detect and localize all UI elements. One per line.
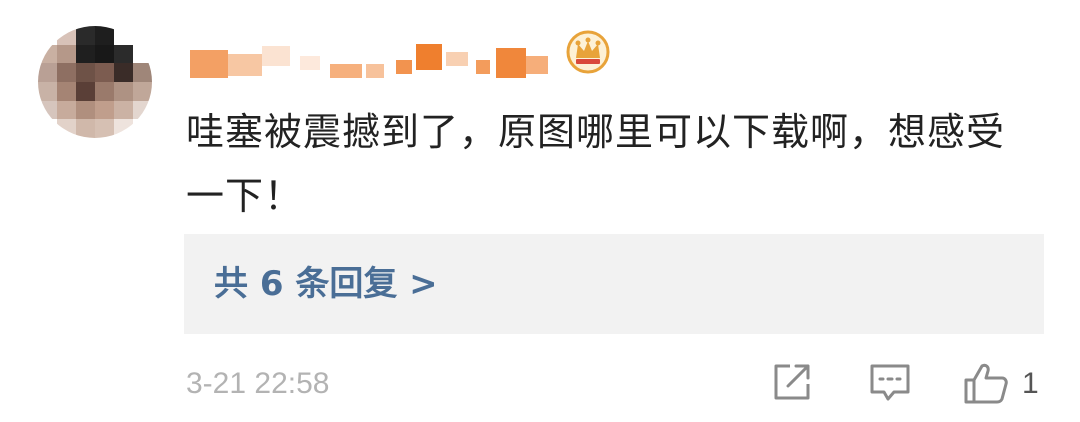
replies-box[interactable]: 共 6 条回复 >	[184, 234, 1044, 334]
avatar[interactable]	[38, 26, 152, 138]
crown-badge-icon	[566, 30, 610, 74]
like-count: 1	[1022, 367, 1039, 400]
comment-text: 哇塞被震撼到了，原图哪里可以下载啊，想感受一下！	[186, 110, 1006, 218]
comment-timestamp: 3-21 22:58	[186, 367, 330, 400]
share-button[interactable]	[770, 360, 814, 408]
comment-button[interactable]	[868, 360, 912, 408]
comment-icon	[868, 364, 912, 408]
like-button[interactable]	[962, 360, 1010, 410]
thumbs-up-icon	[962, 363, 1010, 410]
share-icon	[770, 364, 814, 408]
username-redacted[interactable]	[190, 36, 560, 82]
view-replies-link[interactable]: 共 6 条回复 >	[214, 261, 438, 307]
